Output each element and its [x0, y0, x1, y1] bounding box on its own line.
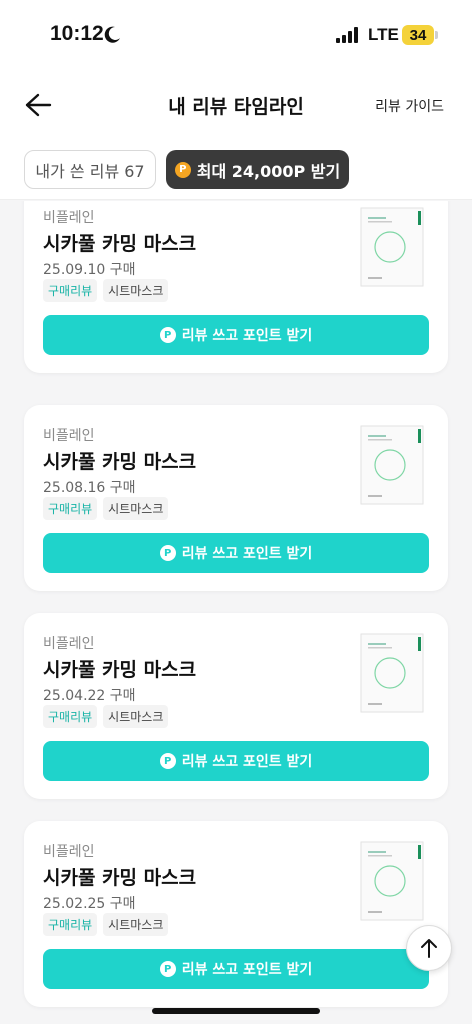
battery-nub — [435, 31, 438, 39]
point-icon: P — [159, 753, 176, 769]
review-card: 비플레인 시카풀 카밍 마스크 25.04.22 구매 구매리뷰 시트마스크 P… — [24, 613, 448, 799]
write-review-button[interactable]: P 리뷰 쓰고 포인트 받기 — [43, 949, 429, 989]
review-card: 비플레인 시카풀 카밍 마스크 25.02.25 구매 구매리뷰 시트마스크 P… — [24, 821, 448, 1007]
purchase-review-tag: 구매리뷰 — [43, 913, 98, 936]
write-review-button[interactable]: P 리뷰 쓰고 포인트 받기 — [43, 741, 429, 781]
write-review-button[interactable]: P 리뷰 쓰고 포인트 받기 — [43, 315, 429, 355]
battery-level: 34 — [409, 26, 427, 44]
product-name[interactable]: 시카풀 카밍 마스크 — [43, 655, 196, 682]
review-card: 비플레인 시카풀 카밍 마스크 25.09.10 구매 구매리뷰 시트마스크 P… — [24, 201, 448, 373]
product-thumbnail[interactable] — [360, 207, 424, 287]
product-thumbnail[interactable] — [360, 841, 424, 921]
network-label: LTE — [368, 25, 399, 44]
review-guide-link[interactable]: 리뷰 가이드 — [375, 96, 444, 116]
write-review-label: 리뷰 쓰고 포인트 받기 — [181, 328, 313, 344]
header: 내 리뷰 타임라인 리뷰 가이드 — [0, 70, 472, 140]
max-points-label: 최대 24,000P 받기 — [196, 161, 341, 181]
review-card: 비플레인 시카풀 카밍 마스크 25.08.16 구매 구매리뷰 시트마스크 P… — [24, 405, 448, 591]
review-list[interactable]: 비플레인 시카풀 카밍 마스크 25.09.10 구매 구매리뷰 시트마스크 P… — [0, 201, 472, 1024]
write-review-label: 리뷰 쓰고 포인트 받기 — [181, 962, 313, 978]
category-tag: 시트마스크 — [103, 497, 169, 520]
battery-icon: 34 — [402, 25, 434, 45]
purchase-review-tag: 구매리뷰 — [43, 497, 98, 520]
point-coin-icon: P — [174, 161, 191, 178]
status-bar: 10:12 LTE 34 — [0, 0, 472, 70]
write-review-label: 리뷰 쓰고 포인트 받기 — [181, 754, 313, 770]
tag-list: 구매리뷰 시트마스크 — [43, 913, 169, 936]
purchase-date: 25.02.25 구매 — [43, 896, 136, 912]
status-time: 10:12 — [50, 22, 104, 45]
moon-icon — [104, 26, 120, 43]
tag-list: 구매리뷰 시트마스크 — [43, 497, 169, 520]
product-name[interactable]: 시카풀 카밍 마스크 — [43, 229, 196, 256]
signal-icon — [336, 27, 358, 43]
category-tag: 시트마스크 — [103, 705, 169, 728]
purchase-date: 25.08.16 구매 — [43, 480, 136, 496]
point-icon: P — [159, 961, 176, 977]
category-tag: 시트마스크 — [103, 913, 169, 936]
product-thumbnail[interactable] — [360, 425, 424, 505]
scroll-to-top-button[interactable] — [406, 925, 452, 971]
filter-chip-bar: 내가 쓴 리뷰 67 P 최대 24,000P 받기 — [0, 140, 472, 200]
write-review-button[interactable]: P 리뷰 쓰고 포인트 받기 — [43, 533, 429, 573]
brand-name: 비플레인 — [43, 636, 95, 652]
max-points-chip[interactable]: P 최대 24,000P 받기 — [166, 150, 349, 189]
home-indicator — [152, 1008, 320, 1014]
my-reviews-chip[interactable]: 내가 쓴 리뷰 67 — [24, 150, 156, 189]
purchase-date: 25.04.22 구매 — [43, 688, 136, 704]
point-icon: P — [159, 545, 176, 561]
brand-name: 비플레인 — [43, 428, 95, 444]
purchase-review-tag: 구매리뷰 — [43, 279, 98, 302]
write-review-label: 리뷰 쓰고 포인트 받기 — [181, 546, 313, 562]
purchase-date: 25.09.10 구매 — [43, 262, 136, 278]
arrow-up-icon — [421, 939, 437, 958]
product-name[interactable]: 시카풀 카밍 마스크 — [43, 447, 196, 474]
brand-name: 비플레인 — [43, 844, 95, 860]
point-icon: P — [159, 327, 176, 343]
tag-list: 구매리뷰 시트마스크 — [43, 705, 169, 728]
purchase-review-tag: 구매리뷰 — [43, 705, 98, 728]
product-name[interactable]: 시카풀 카밍 마스크 — [43, 863, 196, 890]
product-thumbnail[interactable] — [360, 633, 424, 713]
brand-name: 비플레인 — [43, 210, 95, 226]
tag-list: 구매리뷰 시트마스크 — [43, 279, 169, 302]
category-tag: 시트마스크 — [103, 279, 169, 302]
